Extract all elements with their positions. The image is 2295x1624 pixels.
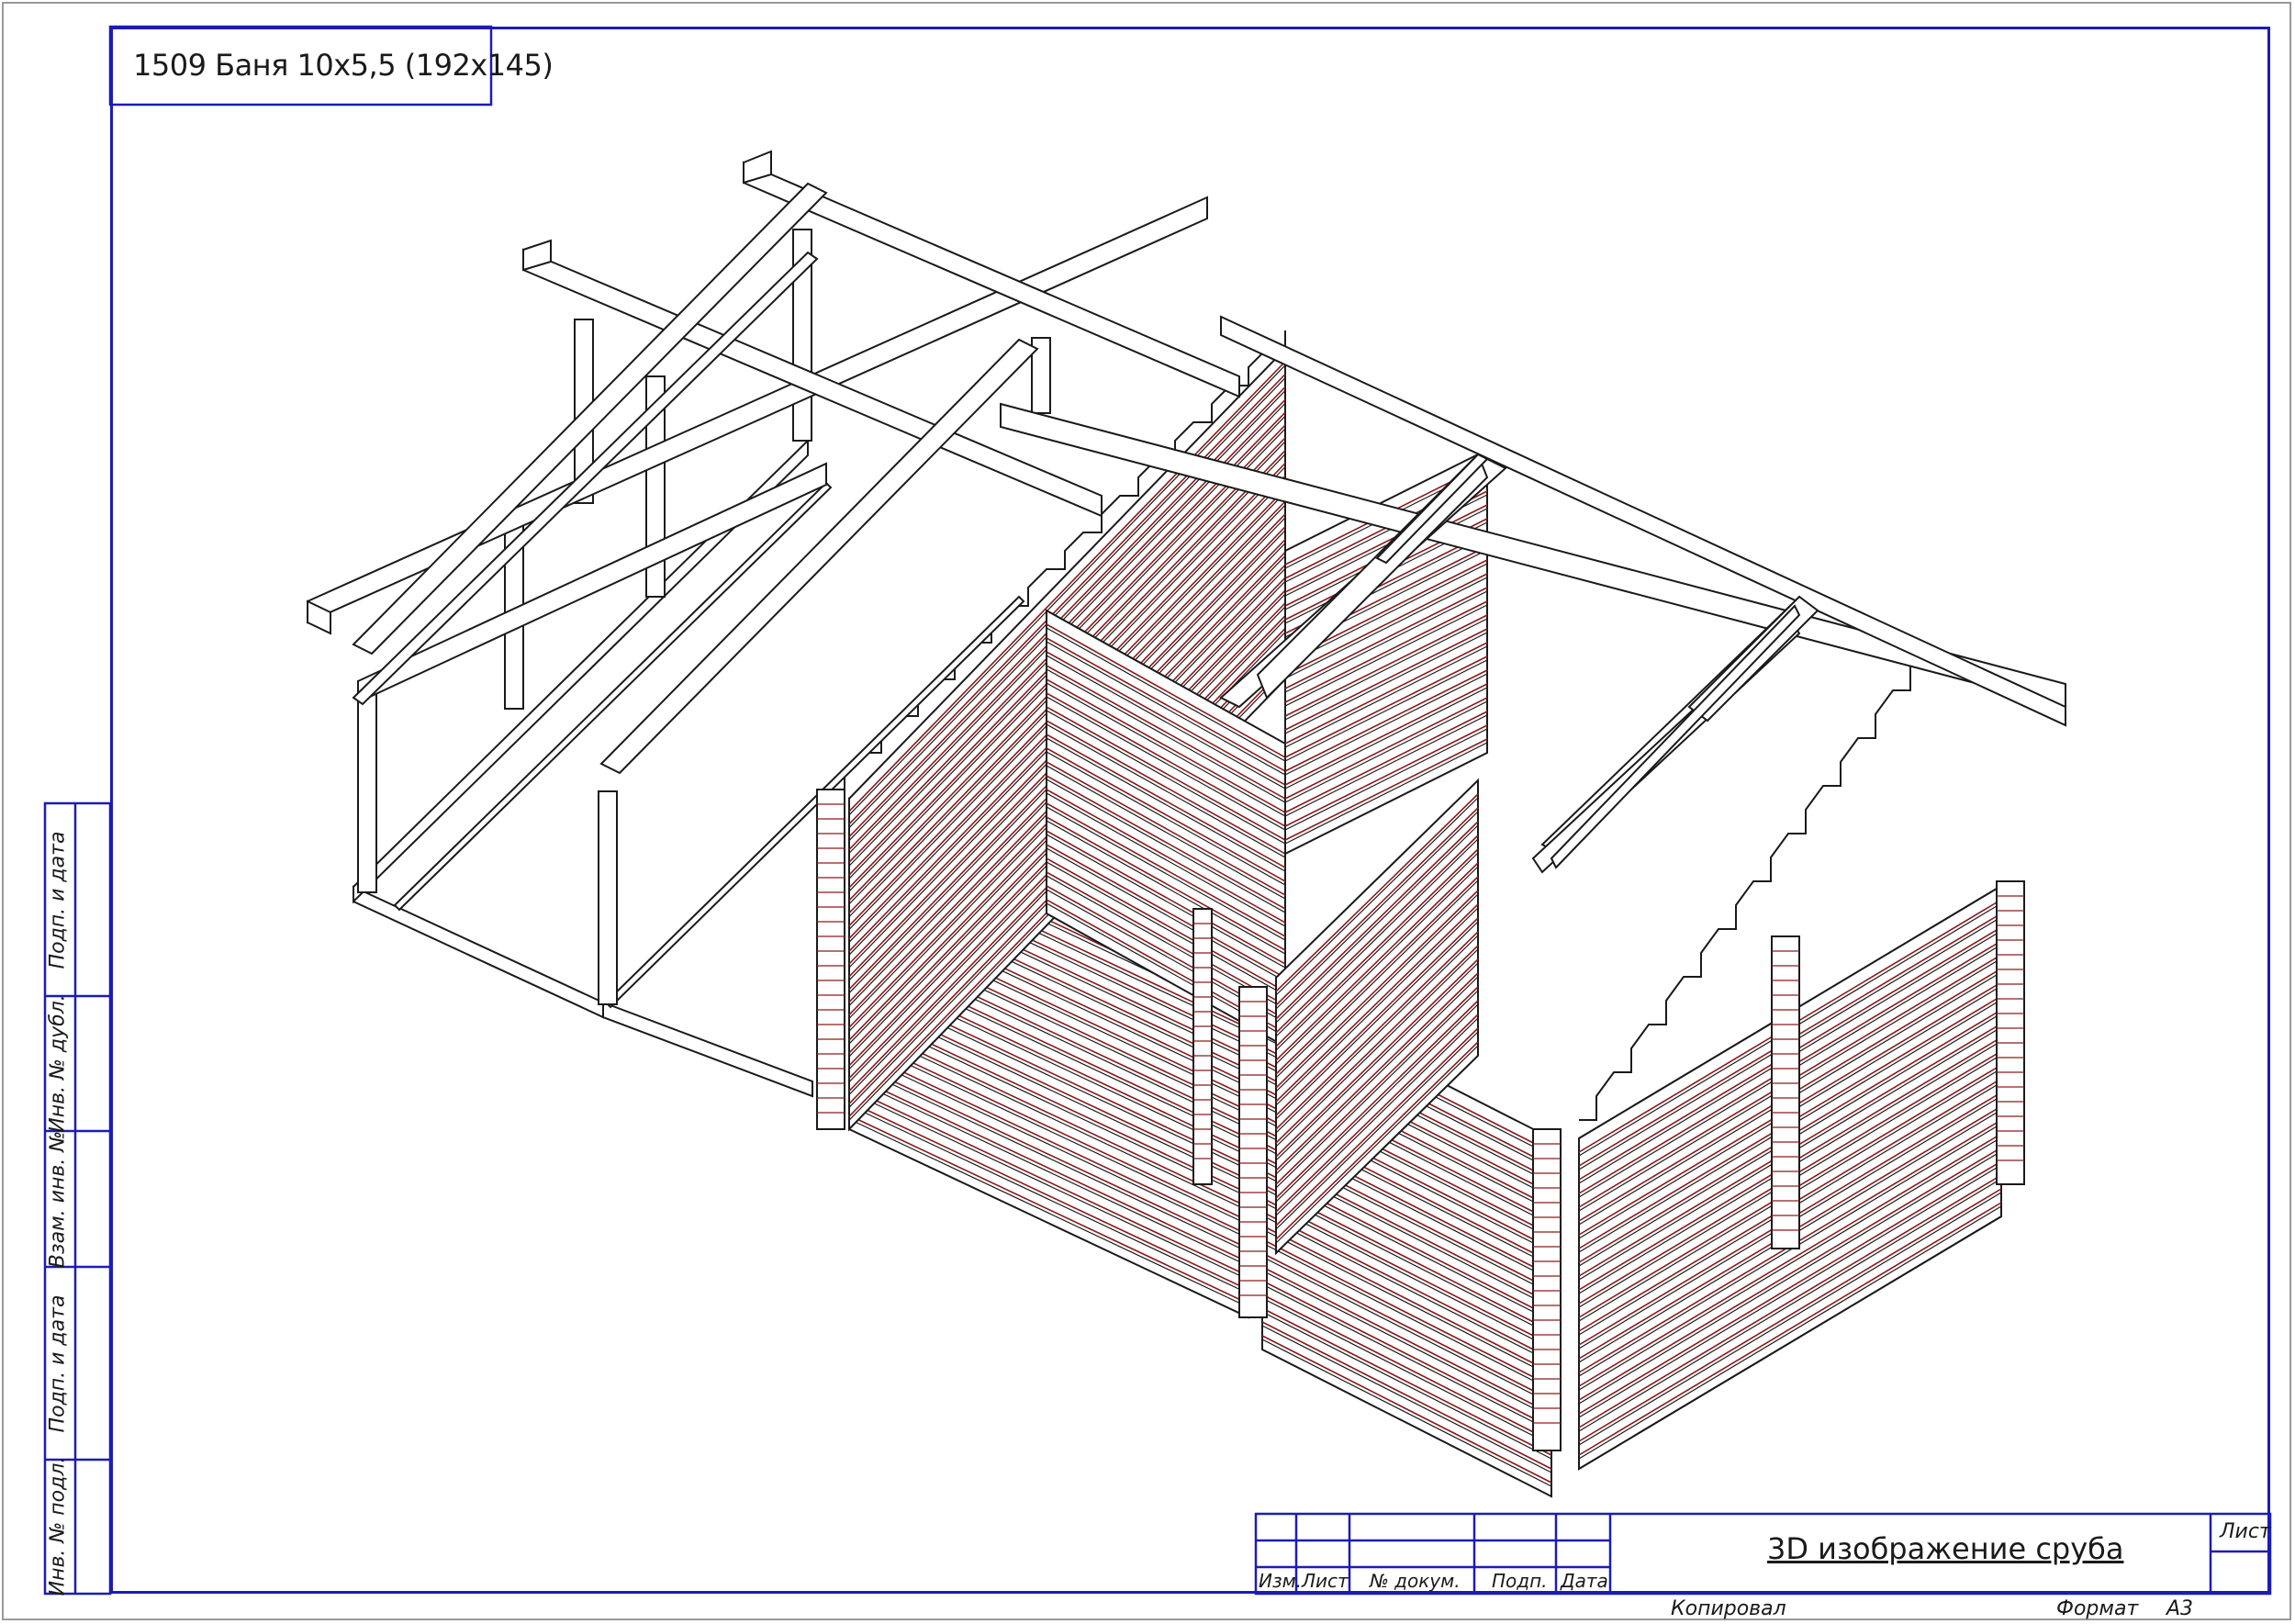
log-house-3d-drawing bbox=[307, 150, 2066, 1498]
format-value: А3 bbox=[2166, 1597, 2194, 1620]
header-date: Дата bbox=[1561, 1570, 1608, 1592]
corner-column bbox=[1238, 986, 1268, 1318]
drawing-title: 3D изображение сруба bbox=[1767, 1531, 2124, 1566]
terrace-front-sill-2 bbox=[602, 1001, 813, 1098]
side-label-replace-inv: Взам. инв. № bbox=[46, 1130, 70, 1269]
corner-column bbox=[1192, 908, 1213, 1185]
terrace-front-sill bbox=[353, 885, 604, 1019]
header-list: Лист bbox=[1302, 1570, 1349, 1592]
header-izm: Изм. bbox=[1259, 1570, 1303, 1592]
corner-column bbox=[1532, 1128, 1562, 1451]
side-label-dup-inv: Инв. № дубл. bbox=[46, 994, 70, 1133]
side-label-sign-date-1: Подп. и дата bbox=[46, 831, 70, 969]
header-signature: Подп. bbox=[1492, 1570, 1548, 1592]
corner-column bbox=[816, 789, 845, 1130]
format-label: Формат bbox=[2056, 1597, 2139, 1620]
header-doc-number: № докум. bbox=[1370, 1570, 1461, 1592]
sheet-label: Лист bbox=[2220, 1520, 2271, 1543]
side-label-sign-date-2: Подп. и дата bbox=[46, 1294, 70, 1433]
corner-column bbox=[1996, 880, 2025, 1185]
terrace-post-1 bbox=[357, 680, 377, 893]
drawing-sheet: 1509 Баня 10х5,5 (192х145) 3D изображени… bbox=[0, 0, 2295, 1624]
corner-column bbox=[1771, 935, 1800, 1249]
copied-label: Копировал bbox=[1671, 1597, 1786, 1620]
side-label-orig-inv: Инв. № подл. bbox=[46, 1456, 70, 1596]
title-stamp: 1509 Баня 10х5,5 (192х145) bbox=[133, 48, 554, 83]
terrace-post-2 bbox=[598, 790, 618, 1005]
